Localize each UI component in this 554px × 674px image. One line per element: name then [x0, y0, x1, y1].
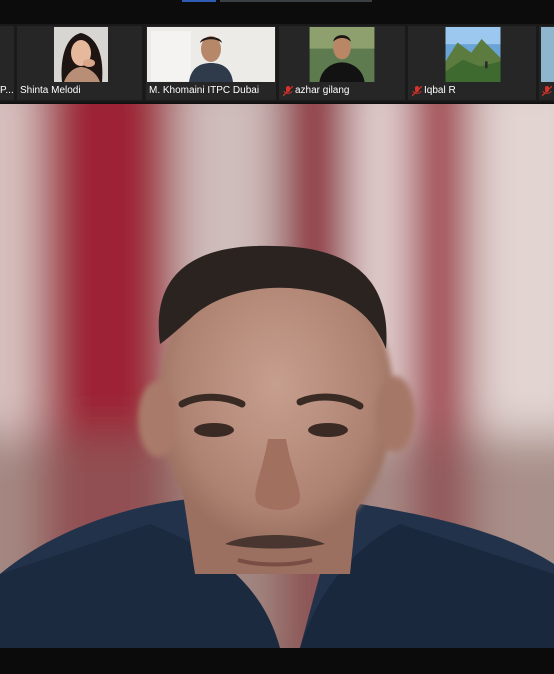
participant-tile[interactable]: M. Khomaini ITPC Dubai — [146, 26, 276, 100]
participant-tile[interactable]: Shinta Melodi — [17, 26, 142, 100]
participant-name: Iqbal R — [424, 85, 456, 96]
participant-name: P... — [0, 85, 14, 96]
active-speaker-video — [0, 104, 554, 648]
participant-name: M. Khomaini ITPC Dubai — [149, 85, 260, 96]
view-indicator — [220, 0, 372, 2]
participant-name: Shinta Melodi — [20, 85, 81, 96]
participant-video — [309, 27, 375, 82]
participant-strip: P... Shinta Melodi M. Khomaini ITPC Duba… — [0, 24, 554, 102]
participant-video — [147, 27, 275, 82]
speaker-video-frame — [0, 104, 554, 648]
muted-mic-icon — [542, 86, 552, 97]
participant-tile[interactable]: Iqbal R — [408, 26, 536, 100]
participant-name: azhar gilang — [295, 85, 350, 96]
participant-tile[interactable] — [539, 26, 554, 100]
meeting-controls-bar — [0, 648, 554, 674]
participant-tile[interactable]: azhar gilang — [279, 26, 405, 100]
participant-tile[interactable]: P... — [0, 26, 14, 100]
window-top-bar — [0, 0, 554, 24]
muted-mic-icon — [412, 86, 422, 97]
active-view-indicator — [182, 0, 216, 2]
participant-video — [541, 27, 554, 82]
participant-video — [445, 27, 501, 82]
participant-video — [54, 27, 108, 82]
muted-mic-icon — [283, 86, 293, 97]
